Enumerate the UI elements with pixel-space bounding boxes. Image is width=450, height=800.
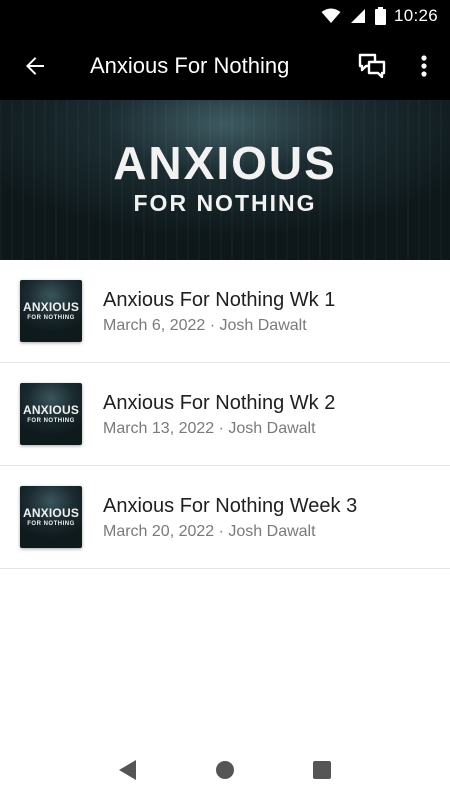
- sermon-item-1[interactable]: ANXIOUS FOR NOTHING Anxious For Nothing …: [0, 260, 450, 363]
- thumbnail-line2: FOR NOTHING: [27, 418, 75, 424]
- nav-back-button[interactable]: [98, 740, 158, 800]
- battery-icon: [374, 7, 386, 25]
- sermon-title: Anxious For Nothing Wk 1: [103, 288, 336, 311]
- thumbnail-line2: FOR NOTHING: [27, 521, 75, 527]
- series-banner: ANXIOUS FOR NOTHING: [0, 100, 450, 260]
- status-icons: [321, 7, 386, 25]
- thumbnail-line2: FOR NOTHING: [27, 315, 75, 321]
- signal-icon: [350, 9, 365, 23]
- chat-button[interactable]: [346, 32, 398, 100]
- sermon-text: Anxious For Nothing Week 3 March 20, 202…: [103, 494, 357, 541]
- system-nav-bar: [0, 740, 450, 800]
- sermon-thumbnail: ANXIOUS FOR NOTHING: [20, 486, 82, 548]
- thumbnail-line1: ANXIOUS: [22, 300, 80, 314]
- banner-title-line1: ANXIOUS: [113, 137, 337, 189]
- nav-home-button[interactable]: [195, 740, 255, 800]
- sermon-thumbnail: ANXIOUS FOR NOTHING: [20, 280, 82, 342]
- chat-bubbles-icon: [358, 53, 386, 79]
- wifi-icon: [321, 8, 341, 23]
- nav-recents-button[interactable]: [292, 740, 352, 800]
- sermon-item-2[interactable]: ANXIOUS FOR NOTHING Anxious For Nothing …: [0, 363, 450, 466]
- app-screen: 10:26 Anxious For Nothing ANXIOUS FOR NO…: [0, 0, 450, 800]
- sermon-text: Anxious For Nothing Wk 1 March 6, 2022 ·…: [103, 288, 335, 335]
- back-button[interactable]: [0, 32, 70, 100]
- thumbnail-line1: ANXIOUS: [22, 403, 80, 417]
- more-vert-icon: [421, 55, 427, 77]
- nav-home-icon: [215, 761, 234, 779]
- nav-back-icon: [119, 760, 137, 780]
- status-time: 10:26: [393, 6, 438, 25]
- sermon-list: ANXIOUS FOR NOTHING Anxious For Nothing …: [0, 260, 450, 569]
- more-options-button[interactable]: [398, 32, 450, 100]
- sermon-subtitle: March 13, 2022 · Josh Dawalt: [103, 419, 316, 437]
- sermon-thumbnail: ANXIOUS FOR NOTHING: [20, 383, 82, 445]
- sermon-text: Anxious For Nothing Wk 2 March 13, 2022 …: [103, 391, 335, 438]
- banner-logo: ANXIOUS FOR NOTHING: [0, 140, 450, 217]
- sermon-subtitle: March 6, 2022 · Josh Dawalt: [103, 316, 307, 334]
- sermon-title: Anxious For Nothing Wk 2: [103, 391, 336, 414]
- sermon-title: Anxious For Nothing Week 3: [103, 494, 358, 517]
- status-bar: 10:26: [0, 0, 450, 32]
- thumbnail-line1: ANXIOUS: [22, 506, 80, 520]
- app-bar: Anxious For Nothing: [0, 32, 450, 100]
- nav-recents-icon: [312, 761, 331, 779]
- arrow-back-icon: [26, 57, 44, 75]
- sermon-subtitle: March 20, 2022 · Josh Dawalt: [103, 522, 316, 540]
- sermon-item-3[interactable]: ANXIOUS FOR NOTHING Anxious For Nothing …: [0, 466, 450, 569]
- banner-title-line2: FOR NOTHING: [133, 190, 317, 216]
- page-title: Anxious For Nothing: [90, 53, 290, 78]
